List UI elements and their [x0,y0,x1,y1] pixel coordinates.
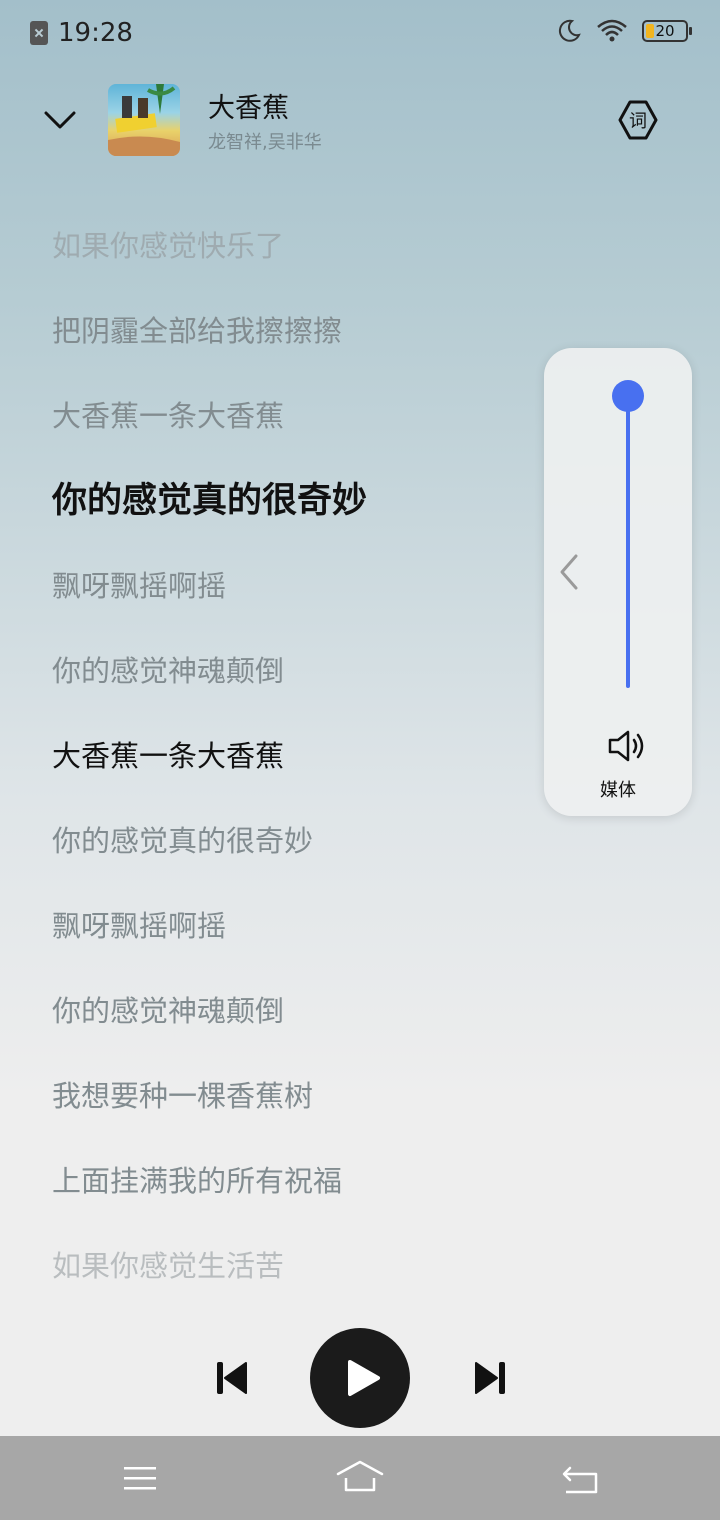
status-right: 20 [556,18,692,44]
lyric-line: 你的感觉真的很奇妙 [52,824,314,858]
chevron-left-icon[interactable] [554,552,584,592]
menu-icon[interactable] [120,1462,160,1494]
sim-off-icon [30,21,48,45]
album-art[interactable] [108,84,180,156]
song-title: 大香蕉 [208,93,289,124]
lyrics-button-label: 词 [629,111,647,132]
volume-label: 媒体 [600,780,636,801]
playback-controls [0,1328,720,1428]
player-header: 大香蕉 龙智祥,吴非华 词 [0,80,720,160]
lyric-line: 我想要种一棵香蕉树 [52,1079,314,1113]
volume-slider-thumb[interactable] [612,380,644,412]
previous-track-button[interactable] [212,1358,252,1398]
lyric-line: 你的感觉神魂颠倒 [52,994,285,1028]
play-icon [348,1360,380,1396]
wifi-icon [597,19,627,42]
lyric-line: 把阴霾全部给我擦擦擦 [52,314,343,348]
moon-icon [558,19,581,42]
next-track-button[interactable] [470,1358,510,1398]
lyric-line: 飘呀飘摇啊摇 [52,569,227,603]
lyric-line: 飘呀飘摇啊摇 [52,909,227,943]
battery-level: 20 [655,22,675,40]
chevron-down-icon[interactable] [40,100,80,140]
speaker-icon[interactable] [606,728,650,764]
lyrics-list[interactable]: 如果你感觉快乐了 把阴霾全部给我擦擦擦 大香蕉一条大香蕉 你的感觉真的很奇妙 飘… [52,222,532,1327]
lyric-line: 你的感觉神魂颠倒 [52,654,285,688]
status-left: 19:28 [30,18,133,48]
home-icon[interactable] [334,1456,386,1496]
lyric-line: 大香蕉一条大香蕉 [52,399,285,433]
status-time: 19:28 [58,18,133,48]
volume-panel: 媒体 [544,348,692,816]
back-icon[interactable] [558,1460,602,1496]
lyric-line: 如果你感觉生活苦 [52,1249,285,1283]
lyric-line: 上面挂满我的所有祝福 [52,1164,343,1198]
lyric-line: 如果你感觉快乐了 [52,229,285,263]
system-nav-bar [0,1436,720,1520]
song-artist: 龙智祥,吴非华 [208,132,322,153]
battery-icon: 20 [642,20,692,42]
lyrics-toggle-button[interactable]: 词 [616,98,660,142]
lyric-line: 大香蕉一条大香蕉 [52,739,285,773]
volume-slider-track[interactable] [626,396,630,688]
status-bar: 19:28 20 [0,0,720,64]
lyric-line-current: 你的感觉真的很奇妙 [52,481,368,521]
play-button[interactable] [310,1328,410,1428]
album-art-image [108,84,180,156]
